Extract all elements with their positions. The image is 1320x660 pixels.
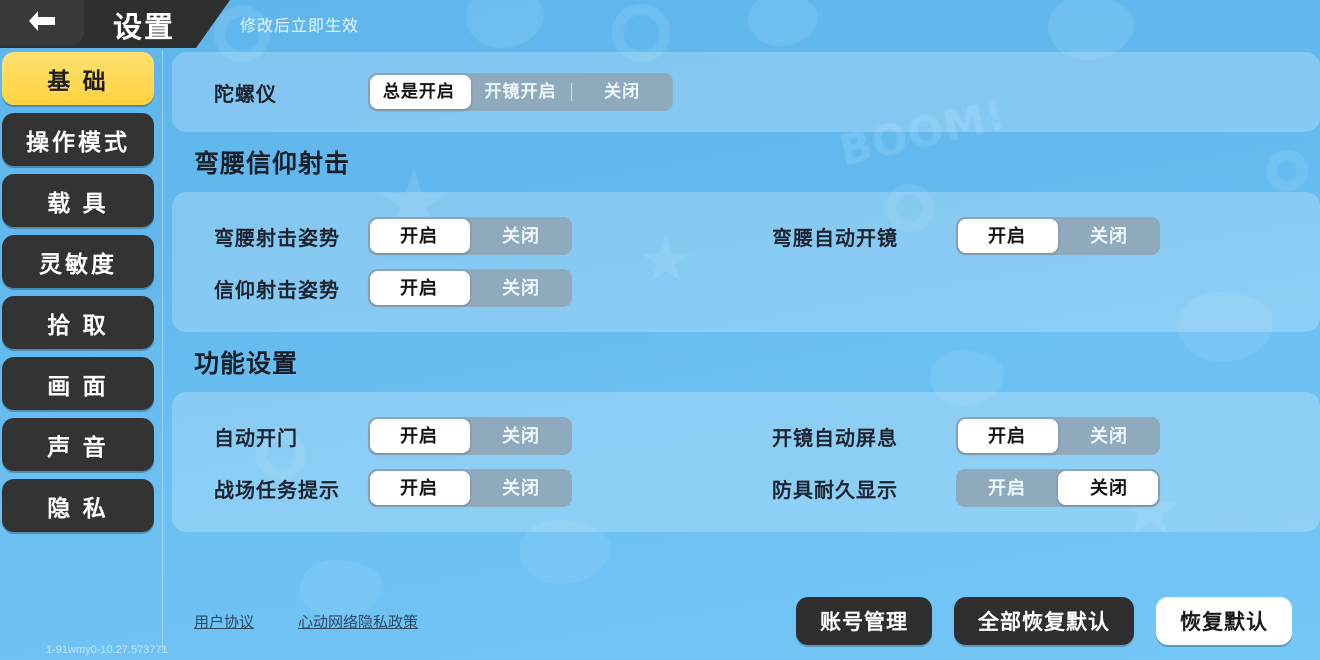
- footer-button-label: 账号管理: [820, 611, 908, 634]
- segmented-option-1[interactable]: 关闭: [470, 469, 572, 507]
- setting-item: 战场任务提示 开启 关闭: [172, 469, 746, 507]
- top-header-bar: 设置 修改后立即生效: [0, 0, 1320, 48]
- segmented-option-1[interactable]: 关闭: [1058, 217, 1160, 255]
- setting-item: 陀螺仪 总是开启 开镜开启 关闭: [172, 73, 746, 111]
- sidebar-tabs: 基 础操作模式载 具灵敏度拾 取画 面声 音隐 私: [0, 52, 162, 660]
- segmented-option-0[interactable]: 开启: [956, 417, 1058, 455]
- sidebar-tab-6[interactable]: 声 音: [2, 418, 154, 471]
- settings-panel: 弯腰射击姿势 开启 关闭 弯腰自动开镜 开启 关闭 信仰射击姿势 开启 关闭: [172, 192, 1320, 332]
- setting-item: 开镜自动屏息 开启 关闭: [746, 417, 1320, 455]
- sidebar-tab-label: 基 础: [47, 67, 109, 94]
- setting-label: 信仰射击姿势: [214, 279, 340, 302]
- settings-panel: 陀螺仪 总是开启 开镜开启 关闭: [172, 52, 1320, 132]
- segmented-divider: [571, 83, 572, 101]
- segmented-option-1[interactable]: 开镜开启: [470, 73, 572, 111]
- segmented-option-0[interactable]: 开启: [956, 217, 1058, 255]
- setting-label: 开镜自动屏息: [772, 427, 898, 450]
- sidebar-tab-label: 声 音: [47, 433, 109, 460]
- section-title: 功能设置: [194, 350, 299, 378]
- setting-label: 弯腰射击姿势: [214, 227, 340, 250]
- segmented-control[interactable]: 开启 关闭: [368, 269, 572, 307]
- sidebar-tab-4[interactable]: 拾 取: [2, 296, 154, 349]
- footer-button-2[interactable]: 恢复默认: [1156, 597, 1292, 645]
- sidebar-tab-0[interactable]: 基 础: [2, 52, 154, 105]
- setting-label: 自动开门: [214, 427, 298, 450]
- footer-button-0[interactable]: 账号管理: [796, 597, 932, 645]
- sidebar-tab-label: 灵敏度: [39, 250, 117, 277]
- segmented-control[interactable]: 开启 关闭: [368, 469, 572, 507]
- settings-row: 陀螺仪 总是开启 开镜开启 关闭: [172, 66, 1320, 118]
- sidebar-divider: [162, 50, 163, 650]
- sidebar-tab-label: 拾 取: [47, 311, 109, 338]
- segmented-option-0[interactable]: 开启: [368, 217, 470, 255]
- settings-panel: 自动开门 开启 关闭 开镜自动屏息 开启 关闭 战场任务提示 开启 关闭 防具耐久显示 开启 关闭: [172, 392, 1320, 532]
- segmented-option-1[interactable]: 关闭: [470, 269, 572, 307]
- sidebar-tab-7[interactable]: 隐 私: [2, 479, 154, 532]
- setting-label: 战场任务提示: [214, 479, 340, 502]
- settings-row: 弯腰射击姿势 开启 关闭 弯腰自动开镜 开启 关闭: [172, 210, 1320, 262]
- page-title: 设置: [113, 12, 176, 44]
- setting-label: 弯腰自动开镜: [772, 227, 898, 250]
- setting-label: 陀螺仪: [214, 83, 277, 106]
- sidebar-tab-2[interactable]: 载 具: [2, 174, 154, 227]
- section-title: 弯腰信仰射击: [194, 150, 351, 178]
- footer-button-label: 全部恢复默认: [978, 611, 1110, 634]
- footer-bar: 用户协议 心动网络隐私政策 账号管理 全部恢复默认 恢复默认: [172, 590, 1320, 652]
- setting-item: 弯腰自动开镜 开启 关闭: [746, 217, 1320, 255]
- sidebar-tab-1[interactable]: 操作模式: [2, 113, 154, 166]
- segmented-option-2[interactable]: 关闭: [571, 73, 673, 111]
- setting-item: 自动开门 开启 关闭: [172, 417, 746, 455]
- footer-links: 用户协议 心动网络隐私政策: [172, 611, 418, 632]
- segmented-control[interactable]: 开启 关闭: [956, 217, 1160, 255]
- setting-item: 信仰射击姿势 开启 关闭: [172, 269, 746, 307]
- settings-row: 自动开门 开启 关闭 开镜自动屏息 开启 关闭: [172, 410, 1320, 462]
- segmented-control[interactable]: 开启 关闭: [956, 469, 1160, 507]
- setting-item: 防具耐久显示 开启 关闭: [746, 469, 1320, 507]
- segmented-control[interactable]: 开启 关闭: [368, 417, 572, 455]
- setting-label: 防具耐久显示: [772, 479, 898, 502]
- sidebar-tab-label: 操作模式: [26, 128, 130, 155]
- segmented-control[interactable]: 开启 关闭: [368, 217, 572, 255]
- segmented-control[interactable]: 开启 关闭: [956, 417, 1160, 455]
- footer-link-1[interactable]: 心动网络隐私政策: [298, 611, 418, 632]
- setting-item: 弯腰射击姿势 开启 关闭: [172, 217, 746, 255]
- segmented-option-1[interactable]: 关闭: [470, 217, 572, 255]
- segmented-option-0[interactable]: 总是开启: [368, 73, 470, 111]
- footer-link-0[interactable]: 用户协议: [194, 611, 254, 632]
- arrow-left-icon: [25, 8, 59, 39]
- segmented-control[interactable]: 总是开启 开镜开启 关闭: [368, 73, 673, 111]
- settings-content: 陀螺仪 总是开启 开镜开启 关闭 弯腰信仰射击 弯腰射击姿势 开启 关闭 弯腰自动开镜 开启 关闭信…: [172, 52, 1320, 660]
- segmented-option-1[interactable]: 关闭: [1058, 417, 1160, 455]
- sidebar-tab-label: 载 具: [47, 189, 109, 216]
- header-note: 修改后立即生效: [240, 18, 360, 35]
- settings-row: 信仰射击姿势 开启 关闭: [172, 262, 1320, 314]
- segmented-option-0[interactable]: 开启: [368, 417, 470, 455]
- sidebar-tab-label: 隐 私: [47, 494, 109, 521]
- back-button[interactable]: [0, 0, 84, 46]
- sidebar-tab-3[interactable]: 灵敏度: [2, 235, 154, 288]
- segmented-option-1[interactable]: 关闭: [1058, 469, 1160, 507]
- segmented-option-0[interactable]: 开启: [368, 469, 470, 507]
- segmented-option-1[interactable]: 关闭: [470, 417, 572, 455]
- settings-row: 战场任务提示 开启 关闭 防具耐久显示 开启 关闭: [172, 462, 1320, 514]
- sidebar-tab-5[interactable]: 画 面: [2, 357, 154, 410]
- sidebar-tab-label: 画 面: [47, 372, 109, 399]
- footer-button-label: 恢复默认: [1180, 611, 1268, 634]
- segmented-option-0[interactable]: 开启: [368, 269, 470, 307]
- footer-button-1[interactable]: 全部恢复默认: [954, 597, 1134, 645]
- footer-buttons: 账号管理 全部恢复默认 恢复默认: [796, 597, 1320, 645]
- segmented-option-0[interactable]: 开启: [956, 469, 1058, 507]
